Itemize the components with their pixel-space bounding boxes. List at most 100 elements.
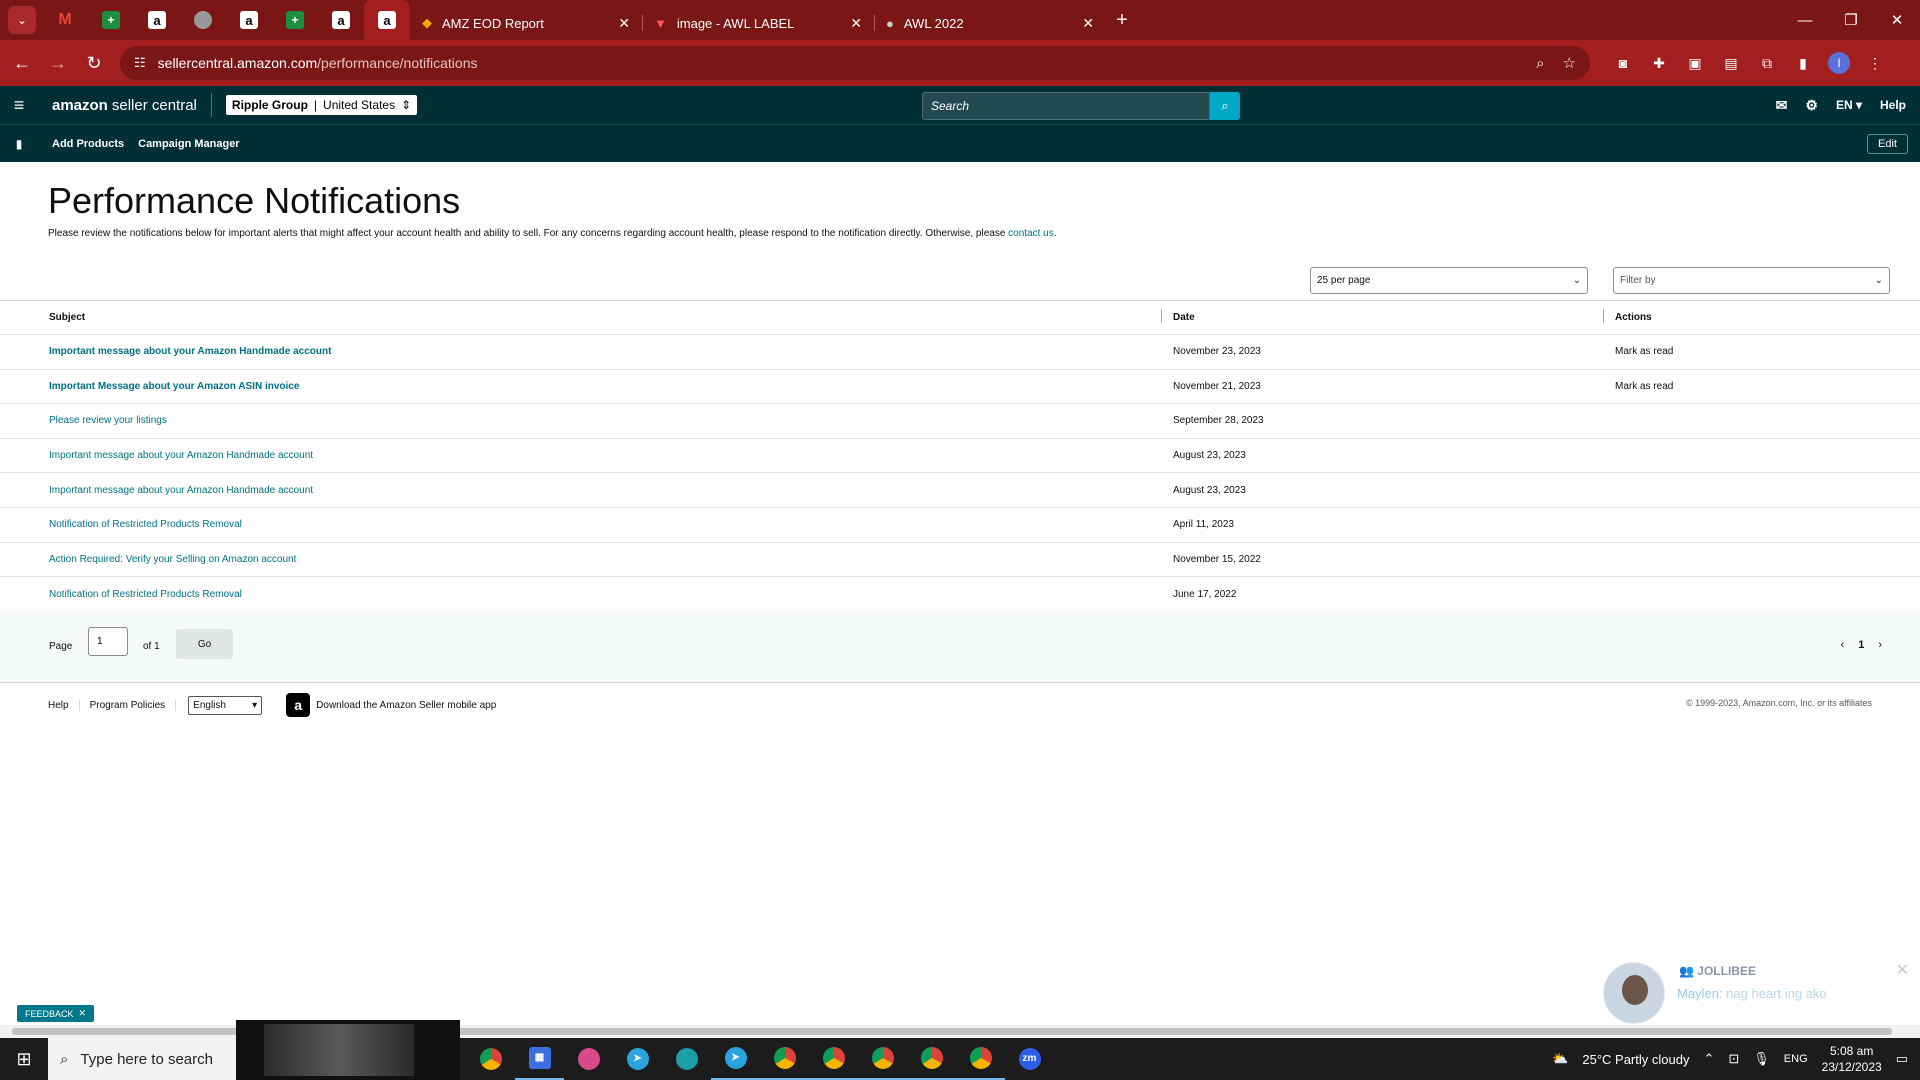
taskbar-search[interactable]: ⌕ Type here to search bbox=[48, 1038, 236, 1080]
extension-image-icon[interactable]: ▣ bbox=[1684, 52, 1706, 74]
app-download-link[interactable]: a Download the Amazon Seller mobile app bbox=[286, 693, 496, 717]
windows-taskbar: ⊞ ⌕ Type here to search ▦ ➤ ➤ zm ⛅ 25°C … bbox=[0, 1020, 1920, 1080]
taskbar-chrome-icon[interactable] bbox=[466, 1038, 515, 1080]
chevron-right-icon[interactable]: › bbox=[1878, 639, 1882, 651]
taskbar-chrome-profile-icon[interactable] bbox=[907, 1038, 956, 1080]
bookmark-campaign-manager[interactable]: Campaign Manager bbox=[138, 138, 239, 150]
weather-text[interactable]: 25°C Partly cloudy bbox=[1582, 1052, 1689, 1067]
search-input[interactable] bbox=[922, 92, 1210, 120]
bookmark-star-icon[interactable]: ☆ bbox=[1563, 54, 1576, 72]
search-icon[interactable]: ⌕ bbox=[1210, 92, 1240, 120]
edit-bookmarks-button[interactable]: Edit bbox=[1867, 134, 1908, 154]
taskbar-chrome-profile-icon[interactable] bbox=[760, 1038, 809, 1080]
seller-central-logo[interactable]: amazon seller central bbox=[38, 93, 212, 117]
filter-select[interactable]: Filter by ⌄ bbox=[1613, 267, 1890, 294]
notification-subject-link[interactable]: Action Required: Verify your Selling on … bbox=[49, 554, 296, 565]
minimize-icon[interactable]: — bbox=[1782, 0, 1828, 40]
per-page-select[interactable]: 25 per page ⌄ bbox=[1310, 267, 1588, 294]
system-tray: ⛅ 25°C Partly cloudy ⌃ ⊡ 🎙 ENG 5:08 am 2… bbox=[1552, 1038, 1920, 1080]
tab-search-icon[interactable]: ⌄ bbox=[8, 6, 36, 34]
extension-off-icon[interactable]: ◙ bbox=[1612, 52, 1634, 74]
extension-capture-icon[interactable]: ▤ bbox=[1720, 52, 1742, 74]
bookmark-add-products[interactable]: Add Products bbox=[52, 138, 124, 150]
taskbar-telegram-2-icon[interactable]: ➤ bbox=[711, 1038, 760, 1080]
gear-icon[interactable]: ⚙ bbox=[1805, 97, 1818, 114]
taskbar-clock[interactable]: 5:08 am 23/12/2023 bbox=[1822, 1043, 1882, 1075]
pinned-tab-globe[interactable] bbox=[180, 0, 226, 40]
notification-subject-link[interactable]: Important message about your Amazon Hand… bbox=[49, 450, 313, 461]
account-switcher[interactable]: Ripple Group | United States ⇕ bbox=[225, 95, 418, 115]
bookmark-icon[interactable]: ▮ bbox=[0, 137, 38, 151]
restore-icon[interactable]: ❐ bbox=[1828, 0, 1874, 40]
back-icon[interactable]: ← bbox=[4, 53, 40, 74]
profile-avatar[interactable]: I bbox=[1828, 52, 1850, 74]
reload-icon[interactable]: ↻ bbox=[76, 53, 112, 74]
taskbar-calculator-icon[interactable]: ▦ bbox=[515, 1038, 564, 1080]
pinned-tab-amazon-active[interactable]: a bbox=[364, 0, 410, 40]
taskbar-chrome-profile-icon[interactable] bbox=[956, 1038, 1005, 1080]
close-icon[interactable]: ✕ bbox=[618, 15, 630, 32]
help-link[interactable]: Help bbox=[1880, 98, 1906, 112]
feedback-button[interactable]: FEEDBACK ✕ bbox=[17, 1005, 95, 1022]
notification-subject-link[interactable]: Important message about your Amazon Hand… bbox=[49, 346, 331, 357]
tab-awl-label[interactable]: ▼ image - AWL LABEL ✕ bbox=[642, 6, 874, 40]
footer-program-policies-link[interactable]: Program Policies bbox=[80, 699, 177, 711]
pinned-tab-amazon-1[interactable]: a bbox=[134, 0, 180, 40]
pinned-tab-gmail[interactable]: M bbox=[42, 0, 88, 40]
notification-subject-link[interactable]: Important Message about your Amazon ASIN… bbox=[49, 381, 299, 392]
windows-start-icon[interactable]: ⊞ bbox=[0, 1049, 48, 1070]
chat-notification[interactable]: 👥 JOLLIBEE Maylen: nag heart ing ako ✕ bbox=[1603, 960, 1913, 1026]
close-icon[interactable]: ✕ bbox=[1896, 960, 1909, 980]
url-text: sellercentral.amazon.com/performance/not… bbox=[157, 55, 478, 71]
current-page-number[interactable]: 1 bbox=[1858, 639, 1864, 651]
extension-puzzle-blue-icon[interactable]: ✚ bbox=[1648, 52, 1670, 74]
microphone-icon[interactable]: 🎙 bbox=[1753, 1051, 1770, 1067]
footer-help-link[interactable]: Help bbox=[38, 699, 80, 711]
zoom-icon[interactable]: ⌕ bbox=[1536, 55, 1544, 72]
site-info-icon[interactable]: ☷ bbox=[134, 55, 146, 71]
taskbar-chrome-profile-icon[interactable] bbox=[809, 1038, 858, 1080]
notification-subject-link[interactable]: Notification of Restricted Products Remo… bbox=[49, 519, 242, 530]
notification-subject-link[interactable]: Important message about your Amazon Hand… bbox=[49, 485, 313, 496]
extensions-icon[interactable]: ⧉ bbox=[1756, 52, 1778, 74]
tab-amz-eod-report[interactable]: ◆ AMZ EOD Report ✕ bbox=[410, 6, 642, 40]
address-bar[interactable]: ☷ sellercentral.amazon.com/performance/n… bbox=[120, 46, 1590, 80]
pinned-tab-amazon-2[interactable]: a bbox=[226, 0, 272, 40]
mark-as-read-link[interactable]: Mark as read bbox=[1615, 381, 1673, 392]
close-icon[interactable]: ✕ bbox=[79, 1008, 87, 1019]
taskbar-edge-icon[interactable] bbox=[662, 1038, 711, 1080]
hamburger-menu-icon[interactable]: ≡ bbox=[0, 95, 38, 116]
go-button[interactable]: Go bbox=[176, 629, 233, 659]
notification-center-icon[interactable]: ▭ bbox=[1896, 1051, 1908, 1067]
side-panel-icon[interactable]: ▮ bbox=[1792, 52, 1814, 74]
language-selector[interactable]: EN ▾ bbox=[1836, 98, 1862, 112]
close-icon[interactable]: ✕ bbox=[1082, 15, 1094, 32]
chevron-up-icon[interactable]: ⌃ bbox=[1703, 1051, 1714, 1067]
notification-subject-link[interactable]: Please review your listings bbox=[49, 415, 167, 426]
input-language[interactable]: ENG bbox=[1784, 1053, 1808, 1065]
taskbar-telegram-icon[interactable]: ➤ bbox=[613, 1038, 662, 1080]
browser-menu-icon[interactable]: ⋮ bbox=[1864, 52, 1886, 74]
column-header-subject[interactable]: Subject bbox=[49, 312, 85, 323]
column-header-date[interactable]: Date bbox=[1161, 309, 1195, 323]
mail-icon[interactable]: ✉ bbox=[1776, 97, 1788, 114]
page-number-input[interactable] bbox=[88, 627, 128, 656]
notification-subject-link[interactable]: Notification of Restricted Products Remo… bbox=[49, 589, 242, 600]
tab-awl-2022[interactable]: ● AWL 2022 ✕ bbox=[874, 6, 1106, 40]
close-window-icon[interactable]: ✕ bbox=[1874, 0, 1920, 40]
taskbar-zoom-icon[interactable]: zm bbox=[1005, 1038, 1054, 1080]
contact-us-link[interactable]: contact us bbox=[1008, 228, 1054, 239]
mark-as-read-link[interactable]: Mark as read bbox=[1615, 346, 1673, 357]
window-preview-thumbnail[interactable] bbox=[236, 1020, 460, 1080]
close-icon[interactable]: ✕ bbox=[850, 15, 862, 32]
pinned-tab-amazon-3[interactable]: a bbox=[318, 0, 364, 40]
pinned-tab-sheets-1[interactable]: + bbox=[88, 0, 134, 40]
pinned-tab-sheets-2[interactable]: + bbox=[272, 0, 318, 40]
forward-icon[interactable]: → bbox=[40, 53, 76, 74]
network-icon[interactable]: ⊡ bbox=[1728, 1051, 1739, 1067]
taskbar-app-icon[interactable] bbox=[564, 1038, 613, 1080]
chevron-left-icon[interactable]: ‹ bbox=[1841, 639, 1845, 651]
new-tab-button[interactable]: + bbox=[1106, 0, 1138, 40]
footer-language-select[interactable]: English ▾ bbox=[188, 695, 263, 715]
taskbar-chrome-profile-icon[interactable] bbox=[858, 1038, 907, 1080]
